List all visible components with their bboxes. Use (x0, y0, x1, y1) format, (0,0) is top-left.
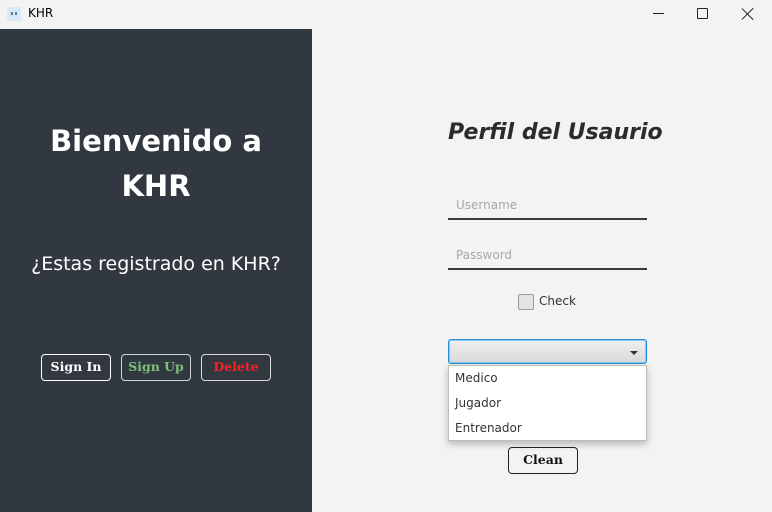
welcome-line-2: KHR (121, 169, 191, 203)
close-icon (741, 7, 755, 21)
clean-button[interactable]: Clean (508, 447, 578, 474)
role-dropdown-list: Medico Jugador Entrenador (448, 365, 647, 441)
sign-up-button[interactable]: Sign Up (121, 354, 191, 381)
maximize-icon (697, 8, 708, 19)
welcome-panel: Bienvenido a KHR ¿Estas registrado en KH… (0, 29, 312, 512)
welcome-line-1: Bienvenido a (50, 124, 262, 158)
chevron-down-icon[interactable] (630, 351, 638, 355)
password-input[interactable] (448, 242, 647, 270)
sign-in-button[interactable]: Sign In (41, 354, 111, 381)
delete-button[interactable]: Delete (201, 354, 271, 381)
dropdown-item-jugador[interactable]: Jugador (449, 391, 646, 416)
check-checkbox[interactable] (518, 294, 534, 310)
window-title: KHR (28, 6, 54, 20)
dropdown-item-medico[interactable]: Medico (449, 366, 646, 391)
app-icon (7, 7, 21, 21)
check-label: Check (539, 294, 576, 308)
registered-question: ¿Estas registrado en KHR? (31, 253, 281, 275)
profile-panel: Perfil del Usaurio Check Medico Jugador … (312, 29, 772, 512)
minimize-button[interactable] (635, 0, 681, 29)
welcome-heading: Bienvenido a KHR (0, 119, 312, 209)
close-button[interactable] (725, 0, 771, 29)
title-bar: KHR (0, 0, 772, 29)
username-input[interactable] (448, 192, 647, 220)
minimize-icon (653, 13, 664, 14)
profile-title: Perfil del Usaurio (448, 120, 663, 145)
maximize-button[interactable] (680, 0, 726, 29)
dropdown-item-entrenador[interactable]: Entrenador (449, 416, 646, 441)
role-combobox[interactable] (448, 339, 647, 364)
